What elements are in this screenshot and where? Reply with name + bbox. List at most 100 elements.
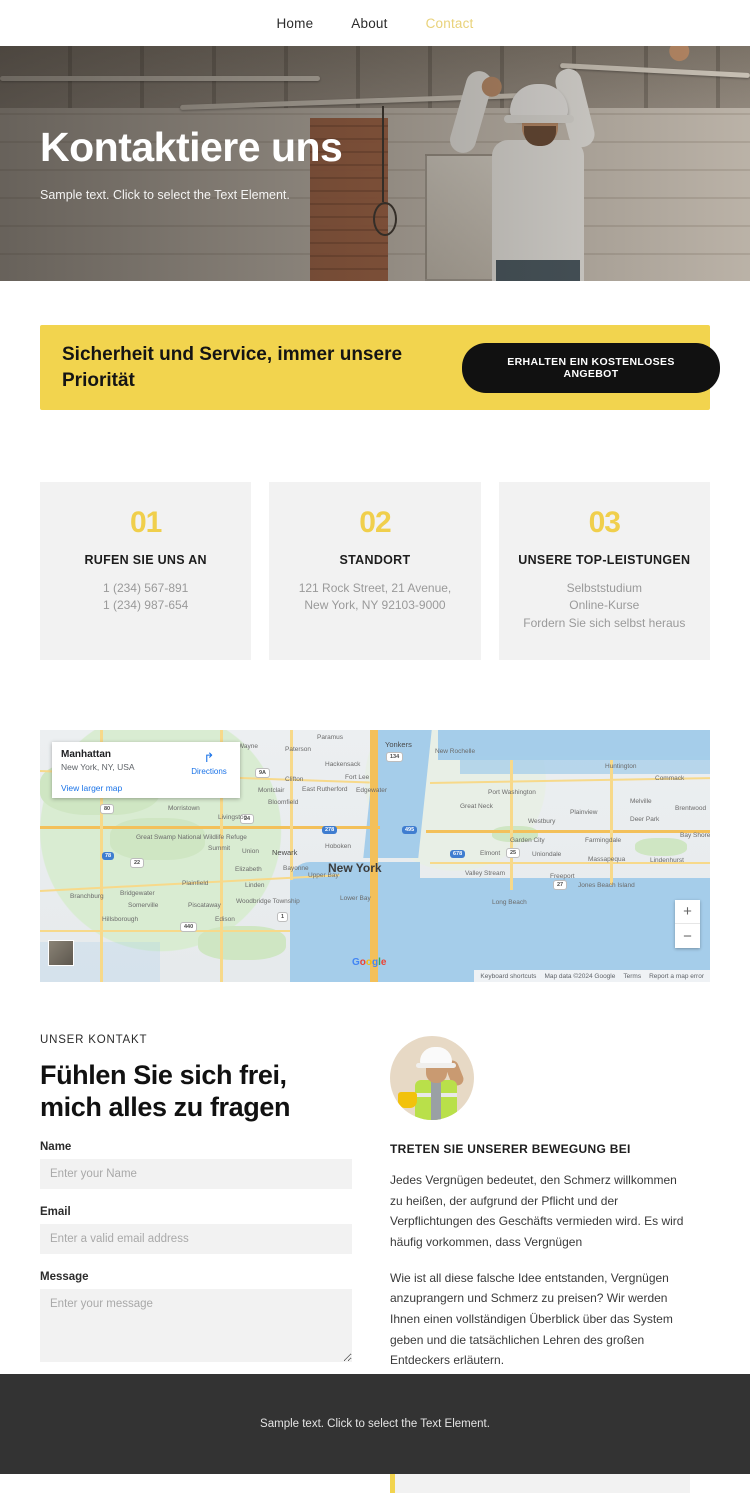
map-place-label: Huntington: [605, 763, 637, 771]
contact-eyebrow: UNSER KONTAKT: [40, 1034, 148, 1047]
map-streetview-thumbnail[interactable]: [48, 940, 74, 967]
get-free-quote-button[interactable]: ERHALTEN EIN KOSTENLOSES ANGEBOT: [462, 342, 720, 393]
map-place-label: Edgewater: [356, 787, 388, 795]
directions-icon: ↱: [203, 750, 215, 766]
map-place-label: Piscataway: [188, 902, 221, 910]
card-number: 03: [588, 506, 621, 539]
map-place-label: Uniondale: [532, 851, 562, 859]
email-input[interactable]: [40, 1223, 352, 1254]
avatar-hi-vis-vest: [415, 1080, 457, 1121]
map-place-label: Plainview: [570, 809, 598, 817]
hero-subtitle: Sample text. Click to select the Text El…: [40, 188, 290, 203]
map-shield-icon: 22: [130, 858, 145, 869]
map-place-label: Wayne: [238, 743, 258, 751]
map-place-label: Bayonne: [283, 865, 309, 873]
message-textarea[interactable]: [40, 1288, 352, 1362]
info-card-top-services: 03 UNSERE TOP-LEISTUNGEN Selbststudium O…: [498, 482, 710, 661]
page-footer: Sample text. Click to select the Text El…: [0, 1374, 750, 1474]
map-place-label: Somerville: [128, 902, 159, 910]
contact-heading-line2: mich alles zu fragen: [40, 1092, 291, 1123]
map-place-label: Summit: [208, 845, 231, 853]
card-line: Selbststudium: [566, 581, 642, 595]
map-place-label: Commack: [655, 775, 685, 783]
footer-text: Sample text. Click to select the Text El…: [260, 1418, 490, 1430]
card-lines: Selbststudium Online-Kurse Fordern Sie s…: [513, 580, 696, 632]
map-place-label: Elizabeth: [235, 866, 262, 874]
top-navigation: Home About Contact: [0, 0, 750, 46]
map-place-label: Lindenhurst: [650, 857, 684, 865]
email-label: Email: [40, 1205, 71, 1218]
map-shield-icon: 278: [322, 826, 338, 835]
form-field-email: Email: [40, 1206, 352, 1254]
map-place-label: Linden: [245, 882, 265, 890]
map-place-label: Fort Lee: [345, 774, 370, 782]
card-line: 121 Rock Street, 21 Avenue,: [298, 581, 452, 595]
map-shield-icon: 78: [102, 852, 115, 861]
zoom-in-button[interactable]: +: [675, 900, 700, 925]
message-label: Message: [40, 1270, 89, 1283]
map-road: [40, 930, 290, 933]
name-label: Name: [40, 1140, 72, 1153]
join-movement-title: TRETEN SIE UNSERER BEWEGUNG BEI: [390, 1142, 631, 1157]
hero-banner: Kontaktiere uns Sample text. Click to se…: [0, 46, 750, 281]
join-movement-paragraph-2: Wie ist all diese falsche Idee entstande…: [390, 1270, 673, 1368]
map-place-label: Hackensack: [325, 761, 361, 769]
nav-item-about[interactable]: About: [351, 16, 387, 31]
card-line: Online-Kurse: [569, 598, 640, 613]
terms-link[interactable]: Terms: [623, 973, 641, 980]
map-place-label: Brentwood: [675, 805, 707, 813]
info-card-call-us: 01 RUFEN SIE UNS AN 1 (234) 567-891 1 (2…: [40, 482, 252, 661]
nav-item-home[interactable]: Home: [276, 16, 313, 31]
map-place-label: Port Washington: [488, 789, 536, 797]
google-map[interactable]: 78 278 495 678 25 27 9A 134 1 24 80 22 4…: [40, 730, 710, 983]
map-zoom-controls[interactable]: + −: [675, 900, 700, 949]
map-data-attribution: Map data ©2024 Google: [544, 972, 616, 980]
map-attribution-bar: Keyboard shortcuts Map data ©2024 Google…: [474, 970, 710, 983]
map-place-label: Clifton: [285, 776, 304, 784]
avatar: [390, 1036, 474, 1121]
card-lines: 1 (234) 567-891 1 (234) 987-654: [54, 580, 237, 615]
map-place-label: Montclair: [258, 787, 285, 795]
card-title: UNSERE TOP-LEISTUNGEN: [518, 553, 691, 567]
map-place-label: Edison: [215, 916, 235, 924]
map-place-label: Jones Beach Island: [578, 882, 635, 890]
map-shield-icon: 27: [553, 880, 568, 891]
map-place-label: Farmingdale: [585, 837, 622, 845]
report-map-error-link[interactable]: Report a map error: [649, 973, 704, 980]
hard-hat-icon: [416, 1047, 456, 1069]
cta-banner: Sicherheit und Service, immer unsere Pri…: [40, 325, 720, 410]
join-movement-paragraph-1: Jedes Vergnügen bedeutet, den Schmerz wi…: [390, 1173, 684, 1250]
directions-button[interactable]: ↱ Directions: [187, 751, 231, 776]
map-shield-icon: 440: [180, 922, 198, 933]
contact-heading-line1: Fühlen Sie sich frei,: [40, 1060, 287, 1091]
map-place-label: Long Beach: [492, 899, 527, 907]
cta-title: Sicherheit und Service, immer unsere Pri…: [62, 343, 403, 391]
name-input[interactable]: [40, 1158, 352, 1189]
map-place-label: Morristown: [168, 805, 200, 813]
card-line: 1 (234) 567-891: [102, 581, 189, 595]
map-place-label: Newark: [272, 848, 298, 858]
map-place-label: Yonkers: [385, 740, 412, 750]
view-larger-map-link[interactable]: View larger map: [61, 783, 231, 793]
map-info-card[interactable]: Manhattan New York, NY, USA View larger …: [52, 742, 240, 799]
avatar-bucket: [398, 1092, 417, 1109]
map-road: [426, 830, 710, 834]
map-place-label: Hoboken: [325, 843, 352, 851]
map-shield-icon: 1: [277, 912, 289, 923]
map-shield-icon: 9A: [255, 768, 271, 779]
keyboard-shortcuts-link[interactable]: Keyboard shortcuts: [480, 973, 536, 980]
map-place-label: Melville: [630, 798, 652, 806]
map-place-label: Livingston: [218, 814, 248, 822]
map-place-label: Massapequa: [588, 856, 626, 864]
map-place-label: Bridgewater: [120, 890, 155, 898]
map-place-label: Paramus: [317, 734, 344, 742]
map-place-label: Upper Bay: [308, 872, 339, 880]
nav-item-contact[interactable]: Contact: [426, 16, 474, 31]
hero-title: Kontaktiere uns: [40, 123, 343, 170]
zoom-out-button[interactable]: −: [675, 924, 700, 948]
map-place-label: Great Neck: [460, 803, 493, 811]
map-road: [370, 730, 378, 983]
map-place-label: East Rutherford: [302, 786, 348, 794]
card-title: STANDORT: [339, 553, 411, 567]
card-line: New York, NY 92103-9000: [304, 598, 446, 613]
